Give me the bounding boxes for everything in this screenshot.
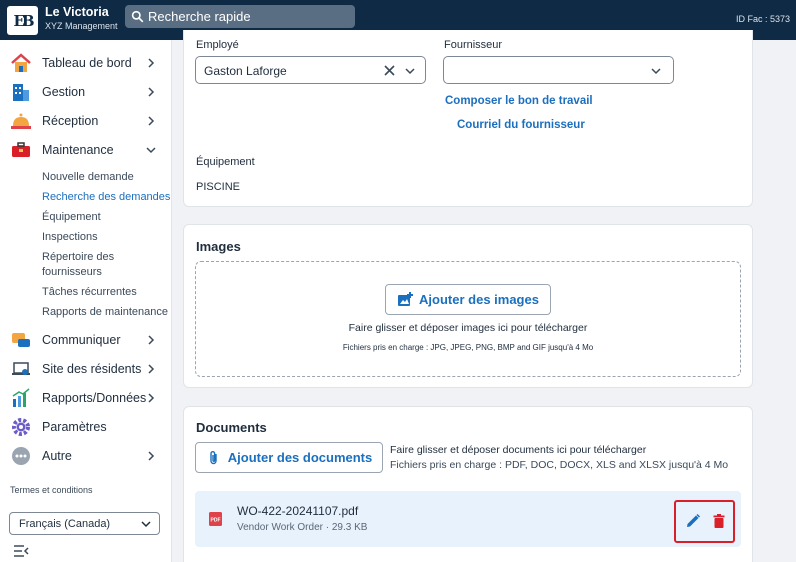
chart-icon (12, 388, 30, 407)
building-icon (13, 84, 29, 101)
sidebar-sub-supplier-directory[interactable]: Répertoire des fournisseurs (42, 250, 142, 280)
facility-id: ID Fac : 5373 (735, 14, 790, 24)
gear-icon (12, 418, 30, 436)
chevron-right-icon (148, 364, 155, 374)
delete-icon[interactable] (711, 513, 727, 529)
images-formats-hint: Fichiers pris en charge : JPG, JPEG, PNG… (342, 343, 594, 352)
supplier-label: Fournisseur (444, 39, 503, 51)
request-details-card: Employé Gaston Laforge Fournisseur Compo… (183, 30, 753, 207)
more-icon (12, 447, 30, 465)
documents-card: Documents Ajouter des documents Faire gl… (183, 406, 753, 562)
images-title: Images (196, 239, 241, 254)
bell-icon (11, 113, 31, 129)
brand-name: Le Victoria (45, 5, 109, 19)
chevron-right-icon (148, 393, 155, 403)
sidebar-sub-maintenance-reports[interactable]: Rapports de maintenance (42, 305, 168, 320)
compose-work-order-link[interactable]: Composer le bon de travail (445, 95, 593, 107)
employee-select[interactable]: Gaston Laforge (195, 56, 426, 84)
sidebar-item-dashboard[interactable]: Tableau de bord (0, 50, 172, 76)
house-icon (11, 53, 31, 72)
images-card: Images Ajouter des images Faire glisser … (183, 224, 753, 388)
sidebar-sub-inspections[interactable]: Inspections (42, 230, 98, 245)
chevron-down-icon[interactable] (651, 67, 661, 75)
documents-formats-hint: Fichiers pris en charge : PDF, DOC, DOCX… (390, 459, 729, 471)
chevron-down-icon[interactable] (405, 67, 415, 75)
sidebar-item-gestion[interactable]: Gestion (0, 79, 172, 105)
sidebar: Tableau de bord Gestion Réception Mainte… (0, 40, 172, 562)
chevron-right-icon (148, 87, 155, 97)
document-row: PDF WO-422-20241107.pdf Vendor Work Orde… (195, 491, 741, 547)
search-placeholder: Recherche rapide (148, 9, 251, 24)
document-actions-highlight (674, 500, 735, 543)
chevron-down-icon (141, 521, 151, 528)
sidebar-item-maintenance[interactable]: Maintenance (0, 137, 172, 163)
document-name[interactable]: WO-422-20241107.pdf (237, 504, 358, 518)
chevron-right-icon (148, 451, 155, 461)
equipment-label: Équipement (196, 156, 255, 168)
clear-icon[interactable] (384, 65, 395, 76)
sidebar-item-resident-site[interactable]: Site des résidents (0, 356, 172, 382)
language-select[interactable]: Français (Canada) (9, 512, 160, 535)
search-icon (131, 10, 144, 23)
sidebar-sub-new-request[interactable]: Nouvelle demande (42, 170, 134, 185)
images-dropzone[interactable]: Ajouter des images Faire glisser et dépo… (195, 261, 741, 377)
svg-text:PDF: PDF (211, 518, 221, 524)
chevron-right-icon (148, 116, 155, 126)
sidebar-sub-recurring-tasks[interactable]: Tâches récurrentes (42, 285, 137, 300)
sidebar-item-settings[interactable]: Paramètres (0, 414, 172, 440)
paperclip-icon (210, 450, 217, 464)
sidebar-item-reports-data[interactable]: Rapports/Données (0, 385, 172, 411)
document-meta: Vendor Work Order · 29.3 KB (237, 522, 368, 533)
images-drop-hint: Faire glisser et déposer images ici pour… (348, 322, 588, 334)
add-images-button[interactable]: Ajouter des images (385, 284, 551, 315)
pdf-file-icon: PDF (209, 512, 222, 526)
brand-subtitle: XYZ Management (45, 21, 118, 31)
terms-link[interactable]: Termes et conditions (10, 485, 93, 495)
documents-drop-hint: Faire glisser et déposer documents ici p… (390, 444, 647, 456)
edit-icon[interactable] (685, 513, 701, 529)
employee-label: Employé (196, 39, 239, 51)
sidebar-item-other[interactable]: Autre (0, 443, 172, 469)
email-supplier-link[interactable]: Courriel du fournisseur (457, 119, 585, 131)
sidebar-item-communicate[interactable]: Communiquer (0, 327, 172, 353)
sidebar-item-reception[interactable]: Réception (0, 108, 172, 134)
documents-title: Documents (196, 420, 267, 435)
sidebar-sub-search-requests[interactable]: Recherche des demandes (42, 190, 170, 205)
chat-icon (12, 333, 30, 347)
equipment-value: PISCINE (196, 181, 241, 193)
app-logo[interactable]: EB (7, 6, 38, 35)
add-documents-button[interactable]: Ajouter des documents (195, 442, 383, 473)
chevron-right-icon (148, 335, 155, 345)
toolbox-icon (12, 142, 30, 157)
laptop-icon (12, 362, 30, 375)
collapse-sidebar-icon[interactable] (13, 545, 29, 557)
chevron-down-icon (146, 147, 156, 154)
supplier-select[interactable] (443, 56, 674, 84)
quick-search-input[interactable]: Recherche rapide (125, 5, 355, 28)
sidebar-sub-equipment[interactable]: Équipement (42, 210, 101, 225)
chevron-right-icon (148, 58, 155, 68)
add-photo-icon (398, 291, 414, 306)
